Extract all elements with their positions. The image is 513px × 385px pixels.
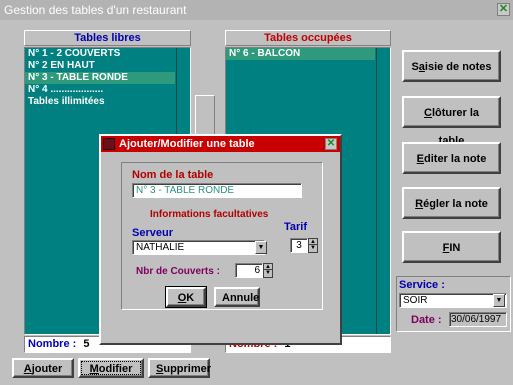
editer-note-button[interactable]: Editer la note	[402, 142, 501, 174]
regler-note-button[interactable]: Régler la note	[402, 187, 501, 219]
occupied-tables-scrollbar[interactable]	[376, 48, 390, 334]
service-panel: Service : SOIR ▼ Date : 30/06/1997	[396, 276, 511, 332]
list-item[interactable]: N° 2 EN HAUT	[25, 60, 190, 72]
btn-text: égler la note	[423, 198, 488, 210]
service-label: Service :	[399, 279, 445, 291]
occupied-tables-header: Tables occupées	[225, 30, 391, 46]
date-field: 30/06/1997	[449, 312, 507, 327]
server-label: Serveur	[132, 227, 173, 239]
table-name-label: Nom de la table	[132, 169, 214, 181]
covers-stepper[interactable]: ▲ ▼	[263, 263, 273, 278]
service-select[interactable]: SOIR	[399, 293, 507, 308]
server-select[interactable]: NATHALIE	[132, 240, 265, 255]
btn-mnemonic: M	[89, 363, 99, 375]
list-item[interactable]: N° 4 ...................	[25, 84, 190, 96]
modifier-button[interactable]: Modifier	[78, 358, 144, 378]
optional-info-label: Informations facultatives	[150, 209, 269, 220]
btn-text: odifier	[98, 363, 133, 375]
list-item[interactable]: N° 1 - 2 COUVERTS	[25, 48, 190, 60]
server-value: NATHALIE	[136, 242, 185, 253]
fin-button[interactable]: FIN	[402, 231, 501, 263]
window-title: Gestion des tables d'un restaurant	[4, 3, 187, 17]
list-item[interactable]: Tables illimitées	[25, 96, 190, 108]
annule-button[interactable]: Annule	[214, 287, 260, 307]
main-window: Tables libres N° 1 - 2 COUVERTS N° 2 EN …	[0, 20, 513, 385]
add-edit-table-dialog: Ajouter/Modifier une table ✕ Nom de la t…	[99, 134, 342, 345]
btn-text: upprimer	[163, 363, 212, 375]
tarif-input[interactable]: 3	[290, 238, 308, 253]
covers-input[interactable]: 6	[235, 263, 263, 278]
list-item-selected[interactable]: N° 6 - BALCON	[226, 48, 375, 60]
dialog-titlebar: Ajouter/Modifier une table ✕	[101, 136, 340, 152]
btn-mnemonic: R	[415, 198, 424, 210]
free-count-label: Nombre :	[28, 338, 77, 350]
service-value: SOIR	[403, 295, 428, 306]
btn-mnemonic: C	[423, 107, 432, 119]
list-item-selected[interactable]: N° 3 - TABLE RONDE	[25, 72, 175, 84]
btn-mnemonic: A	[23, 363, 32, 375]
chevron-down-icon[interactable]: ▼	[255, 241, 267, 254]
btn-text: diter la note	[424, 153, 487, 165]
supprimer-button[interactable]: Supprimer	[148, 358, 212, 378]
cloturer-table-button[interactable]: Clôturer la table	[402, 96, 501, 147]
dialog-title: Ajouter/Modifier une table	[119, 138, 255, 150]
window-titlebar: Gestion des tables d'un restaurant ✕	[0, 0, 513, 20]
free-tables-header: Tables libres	[24, 30, 191, 46]
app-icon	[103, 138, 115, 150]
tarif-stepper[interactable]: ▲ ▼	[308, 238, 318, 253]
date-label: Date :	[411, 314, 442, 326]
btn-mnemonic: E	[416, 153, 424, 165]
btn-text: lôturer la table	[431, 107, 480, 147]
close-icon[interactable]: ✕	[325, 138, 337, 150]
dialog-group: Nom de la table N° 3 - TABLE RONDE Infor…	[121, 162, 323, 310]
chevron-down-icon[interactable]: ▼	[493, 294, 505, 307]
tarif-label: Tarif	[284, 221, 308, 233]
covers-label: Nbr de Couverts :	[136, 266, 220, 277]
btn-text: S	[411, 61, 419, 73]
btn-text: K	[186, 292, 195, 304]
saisie-notes-button[interactable]: Saisie de notes	[402, 50, 501, 82]
btn-text: jouter	[31, 363, 63, 375]
ajouter-button[interactable]: Ajouter	[12, 358, 74, 378]
close-icon[interactable]: ✕	[497, 3, 510, 16]
ok-button[interactable]: OK	[165, 286, 207, 308]
free-count-value: 5	[83, 338, 90, 350]
btn-text: IN	[449, 242, 461, 254]
btn-text: isie de notes	[424, 61, 492, 73]
btn-mnemonic: O	[177, 292, 187, 304]
table-name-input[interactable]: N° 3 - TABLE RONDE	[132, 183, 302, 198]
